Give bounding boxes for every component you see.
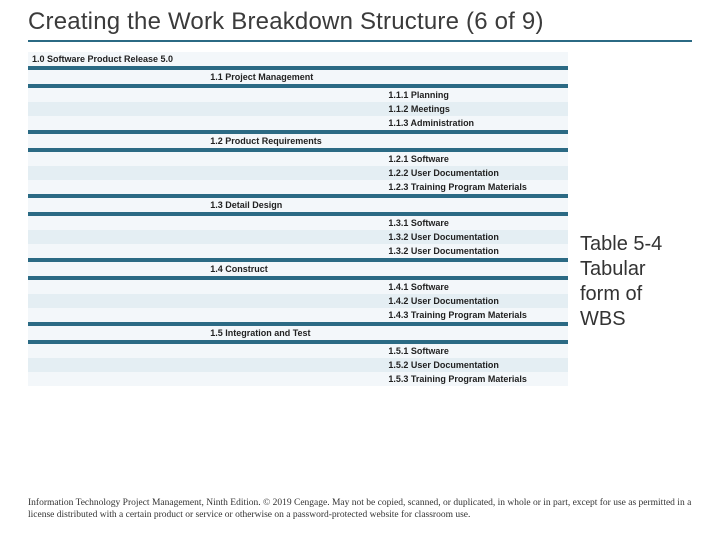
wbs-table-wrap: 1.0 Software Product Release 5.01.1 Proj… — [28, 52, 568, 386]
table-cell — [384, 326, 568, 340]
table-cell — [206, 52, 384, 66]
content-row: 1.0 Software Product Release 5.01.1 Proj… — [28, 52, 692, 386]
table-cell — [206, 308, 384, 322]
table-cell — [206, 152, 384, 166]
table-cell: 1.4.3 Training Program Materials — [384, 308, 568, 322]
table-cell: 1.2.2 User Documentation — [384, 166, 568, 180]
table-row: 1.5.1 Software — [28, 344, 568, 358]
table-cell — [28, 70, 206, 84]
table-cell — [28, 134, 206, 148]
caption-line-1: Table 5-4 — [580, 232, 692, 257]
table-cell — [206, 244, 384, 258]
table-row: 1.1.2 Meetings — [28, 102, 568, 116]
table-cell — [28, 294, 206, 308]
table-row: 1.4 Construct — [28, 262, 568, 276]
table-cell — [28, 358, 206, 372]
table-row: 1.3.2 User Documentation — [28, 244, 568, 258]
table-cell: 1.3.2 User Documentation — [384, 230, 568, 244]
table-cell: 1.4.2 User Documentation — [384, 294, 568, 308]
table-cell: 1.3.1 Software — [384, 216, 568, 230]
table-cell — [206, 280, 384, 294]
side-caption: Table 5-4 Tabular form of WBS — [580, 52, 692, 332]
table-cell — [384, 70, 568, 84]
table-row: 1.3.1 Software — [28, 216, 568, 230]
table-row: 1.0 Software Product Release 5.0 — [28, 52, 568, 66]
table-cell — [206, 344, 384, 358]
table-cell — [206, 294, 384, 308]
table-row: 1.1.3 Administration — [28, 116, 568, 130]
table-cell — [28, 116, 206, 130]
table-cell — [206, 116, 384, 130]
table-cell — [384, 198, 568, 212]
table-row: 1.5.2 User Documentation — [28, 358, 568, 372]
table-cell: 1.1.2 Meetings — [384, 102, 568, 116]
table-cell: 1.4.1 Software — [384, 280, 568, 294]
table-row: 1.2.1 Software — [28, 152, 568, 166]
table-cell — [28, 262, 206, 276]
table-cell — [206, 216, 384, 230]
table-cell — [206, 372, 384, 386]
table-row: 1.2.2 User Documentation — [28, 166, 568, 180]
table-cell: 1.0 Software Product Release 5.0 — [28, 52, 206, 66]
table-cell: 1.2.3 Training Program Materials — [384, 180, 568, 194]
table-row: 1.2 Product Requirements — [28, 134, 568, 148]
table-cell — [206, 88, 384, 102]
table-cell: 1.1.1 Planning — [384, 88, 568, 102]
table-cell — [28, 372, 206, 386]
caption-line-4: WBS — [580, 307, 692, 332]
table-cell — [384, 134, 568, 148]
copyright-footnote: Information Technology Project Managemen… — [28, 498, 692, 522]
table-cell — [28, 152, 206, 166]
table-row: 1.4.1 Software — [28, 280, 568, 294]
table-row: 1.3 Detail Design — [28, 198, 568, 212]
table-cell — [28, 88, 206, 102]
table-row: 1.4.2 User Documentation — [28, 294, 568, 308]
page-title: Creating the Work Breakdown Structure (6… — [28, 8, 692, 36]
wbs-table: 1.0 Software Product Release 5.01.1 Proj… — [28, 52, 568, 386]
table-cell — [28, 102, 206, 116]
table-cell — [206, 358, 384, 372]
table-row: 1.1 Project Management — [28, 70, 568, 84]
table-cell — [206, 180, 384, 194]
table-cell — [384, 52, 568, 66]
table-cell — [206, 166, 384, 180]
table-cell — [28, 166, 206, 180]
table-cell — [28, 216, 206, 230]
caption-line-3: form of — [580, 282, 692, 307]
table-cell — [28, 308, 206, 322]
table-cell: 1.4 Construct — [206, 262, 384, 276]
table-row: 1.4.3 Training Program Materials — [28, 308, 568, 322]
table-cell — [28, 198, 206, 212]
table-cell — [28, 344, 206, 358]
slide: Creating the Work Breakdown Structure (6… — [0, 0, 720, 540]
table-cell — [28, 230, 206, 244]
table-cell: 1.3 Detail Design — [206, 198, 384, 212]
table-cell — [384, 262, 568, 276]
table-row: 1.1.1 Planning — [28, 88, 568, 102]
caption-line-2: Tabular — [580, 257, 692, 282]
table-cell: 1.5.3 Training Program Materials — [384, 372, 568, 386]
table-row: 1.5.3 Training Program Materials — [28, 372, 568, 386]
table-row: 1.2.3 Training Program Materials — [28, 180, 568, 194]
table-cell — [206, 102, 384, 116]
table-cell — [28, 326, 206, 340]
table-cell: 1.1 Project Management — [206, 70, 384, 84]
table-cell: 1.5 Integration and Test — [206, 326, 384, 340]
table-row: 1.5 Integration and Test — [28, 326, 568, 340]
table-cell: 1.2 Product Requirements — [206, 134, 384, 148]
table-cell: 1.1.3 Administration — [384, 116, 568, 130]
table-row: 1.3.2 User Documentation — [28, 230, 568, 244]
table-cell: 1.3.2 User Documentation — [384, 244, 568, 258]
table-cell: 1.2.1 Software — [384, 152, 568, 166]
table-cell — [28, 244, 206, 258]
table-cell: 1.5.1 Software — [384, 344, 568, 358]
table-cell — [28, 180, 206, 194]
title-bar: Creating the Work Breakdown Structure (6… — [28, 8, 692, 42]
table-cell — [206, 230, 384, 244]
table-cell: 1.5.2 User Documentation — [384, 358, 568, 372]
table-cell — [28, 280, 206, 294]
